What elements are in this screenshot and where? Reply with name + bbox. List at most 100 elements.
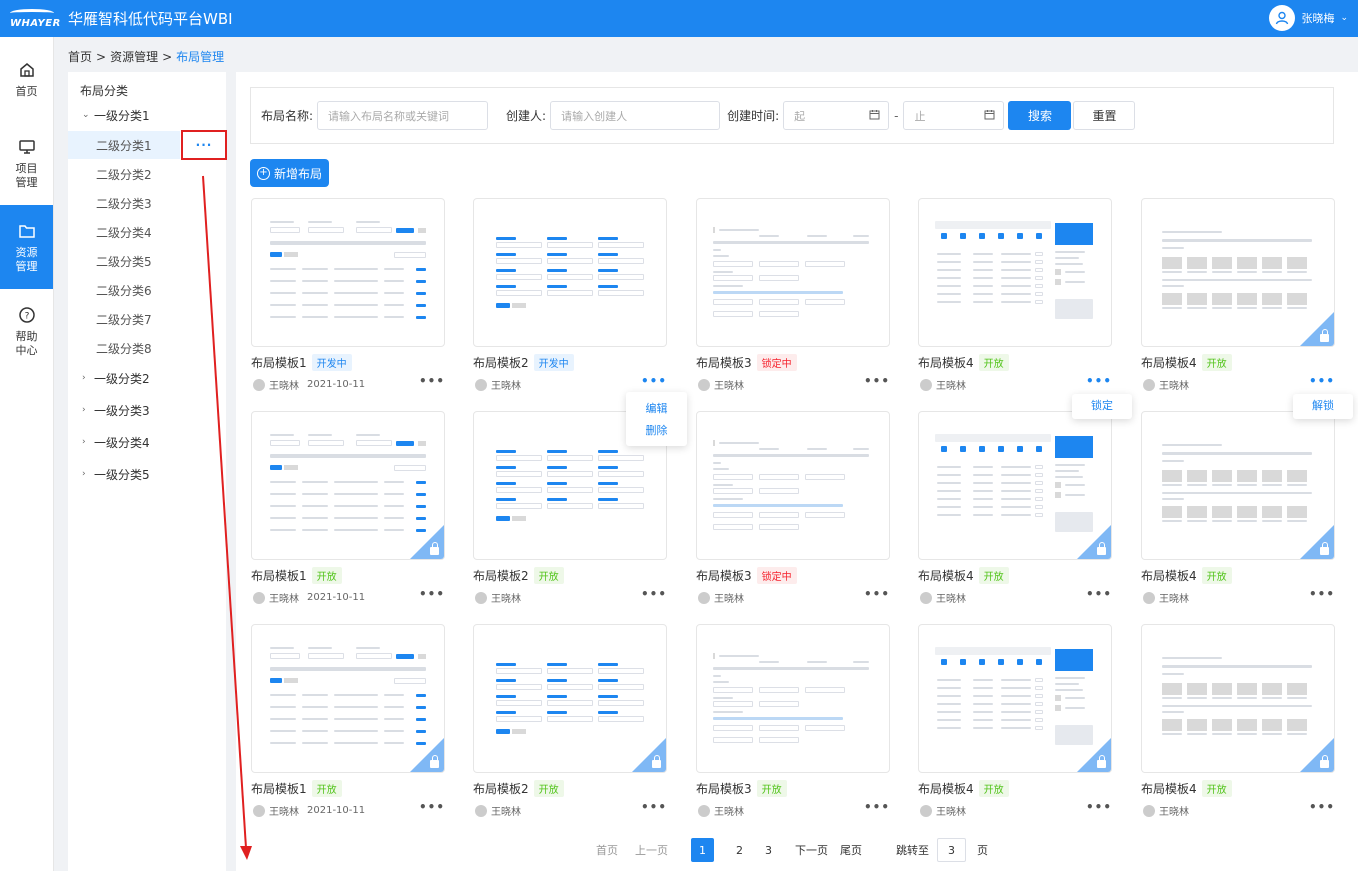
home-icon [16,59,38,81]
nav-project[interactable]: 项目 管理 [0,121,53,205]
more-actions-icon[interactable]: ••• [1309,800,1335,814]
card-thumbnail[interactable] [251,624,445,773]
nav-home[interactable]: 首页 [0,37,53,121]
user-icon [1143,804,1155,817]
layout-card[interactable]: 布局模板4 开放 王晓林 ••• [1141,198,1335,392]
tree-item-level2[interactable]: 二级分类3 [68,189,226,217]
card-thumbnail[interactable] [918,624,1112,773]
tree-item-more-button[interactable]: ··· [181,130,227,160]
layout-card[interactable]: 布局模板3 开放 王晓林 ••• [696,624,890,818]
start-date-input[interactable]: 起 [783,101,890,130]
breadcrumb-home[interactable]: 首页 [68,50,92,64]
more-actions-icon[interactable]: ••• [1086,374,1112,388]
user-icon [1143,378,1155,391]
tree-item-level1-open[interactable]: ⌄ 一级分类1 [68,101,226,129]
layout-card[interactable]: 布局模板1 开放 王晓林 2021-10-11 ••• [251,624,445,818]
layout-card[interactable]: 布局模板4 开放 王晓林 ••• [1141,411,1335,605]
search-button[interactable]: 搜索 [1008,101,1072,130]
card-thumbnail[interactable] [696,198,890,347]
tree-label: 一级分类3 [94,403,150,418]
layout-card[interactable]: 布局模板1 开放 王晓林 2021-10-11 ••• [251,411,445,605]
user-icon [698,378,710,391]
more-actions-icon[interactable]: ••• [419,800,445,814]
layout-card[interactable]: 布局模板4 开放 王晓林 ••• [918,624,1112,818]
layout-card[interactable]: 布局模板2 开放 王晓林 ••• [473,624,667,818]
nav-resource[interactable]: 资源 管理 [0,205,53,289]
more-actions-icon[interactable]: ••• [1309,587,1335,601]
tree-item-level1[interactable]: › 一级分类3 [68,396,226,424]
more-actions-icon[interactable]: ••• [864,800,890,814]
more-actions-icon[interactable]: ••• [1309,374,1335,388]
tree-item-level2[interactable]: 二级分类7 [68,305,226,333]
card-title-row: 布局模板3 锁定中 [696,354,797,371]
more-actions-icon[interactable]: ••• [864,374,890,388]
card-thumbnail[interactable] [1141,198,1335,347]
tree-item-level2[interactable]: 二级分类2 [68,160,226,188]
page-2-button[interactable]: 2 [736,838,743,862]
tree-label: 一级分类1 [94,108,150,123]
card-author: 王晓林 [714,381,744,392]
user-menu[interactable]: 张晓梅 ⌄ [1269,5,1348,31]
tree-item-level2[interactable]: 二级分类8 [68,334,226,362]
reset-button[interactable]: 重置 [1073,101,1136,130]
more-actions-icon[interactable]: ••• [641,800,667,814]
layout-card[interactable]: 布局模板3 锁定中 王晓林 ••• [696,411,890,605]
more-actions-icon[interactable]: ••• [419,587,445,601]
tree-item-level2[interactable]: 二级分类6 [68,276,226,304]
nav-help[interactable]: ? 帮助 中心 [0,289,53,373]
more-actions-icon[interactable]: ••• [864,587,890,601]
tree-item-level1[interactable]: › 一级分类2 [68,364,226,392]
card-author: 王晓林 [936,381,966,392]
delete-menu-item[interactable]: 删除 [626,419,687,441]
first-page-button[interactable]: 首页 [596,838,618,862]
card-thumbnail[interactable] [1141,411,1335,560]
more-actions-icon[interactable]: ••• [1086,800,1112,814]
tree-item-level2[interactable]: 二级分类5 [68,247,226,275]
card-title-row: 布局模板1 开放 [251,780,342,797]
layout-card[interactable]: 布局模板1 开发中 王晓林 2021-10-11 ••• [251,198,445,392]
tree-item-level1[interactable]: › 一级分类5 [68,460,226,488]
card-thumbnail[interactable] [473,198,667,347]
card-thumbnail[interactable] [696,624,890,773]
card-thumbnail[interactable] [251,411,445,560]
card-title-row: 布局模板1 开发中 [251,354,352,371]
lock-menu-item[interactable]: 锁定 [1072,394,1132,416]
layout-card[interactable]: 布局模板4 开放 王晓林 ••• [918,411,1112,605]
more-actions-icon[interactable]: ••• [641,587,667,601]
breadcrumb-resource[interactable]: 资源管理 [110,50,158,64]
tree-item-level1[interactable]: › 一级分类4 [68,428,226,456]
tree-label: 二级分类1 [96,138,152,153]
card-thumbnail[interactable] [251,198,445,347]
layout-card[interactable]: 布局模板2 开发中 王晓林 ••• [473,198,667,392]
creator-input[interactable]: 请输入创建人 [550,101,721,130]
tree-item-level2[interactable]: 二级分类4 [68,218,226,246]
more-actions-icon[interactable]: ••• [641,374,667,388]
next-page-button[interactable]: 下一页 [795,838,828,862]
layout-name-input[interactable]: 请输入布局名称或关键词 [317,101,489,130]
card-thumbnail[interactable] [918,411,1112,560]
unlock-menu-item[interactable]: 解锁 [1293,394,1353,416]
tree-item-level2[interactable]: 二级分类1 [68,131,180,159]
card-thumbnail[interactable] [918,198,1112,347]
layout-card[interactable]: 布局模板4 开放 王晓林 ••• [1141,624,1335,818]
more-actions-icon[interactable]: ••• [1086,587,1112,601]
layout-card[interactable]: 布局模板4 开放 王晓林 ••• [918,198,1112,392]
edit-menu-item[interactable]: 编辑 [626,397,687,419]
more-actions-icon[interactable]: ••• [419,374,445,388]
page-3-button[interactable]: 3 [765,838,772,862]
page-1-button[interactable]: 1 [691,838,714,862]
jump-page-input[interactable]: 3 [937,838,966,862]
card-thumbnail[interactable] [696,411,890,560]
add-layout-button[interactable]: + 新增布局 [250,159,329,187]
layout-card[interactable]: 布局模板3 锁定中 王晓林 ••• [696,198,890,392]
status-badge: 开放 [756,780,787,797]
nav-resource-label: 资源 管理 [15,246,38,273]
user-avatar-icon [1269,5,1296,31]
folder-icon [16,220,38,242]
prev-page-button[interactable]: 上一页 [635,838,668,862]
last-page-button[interactable]: 尾页 [840,838,862,862]
card-thumbnail[interactable] [1141,624,1335,773]
card-thumbnail[interactable] [473,624,667,773]
end-date-input[interactable]: 止 [903,101,1005,130]
user-icon [698,591,710,604]
